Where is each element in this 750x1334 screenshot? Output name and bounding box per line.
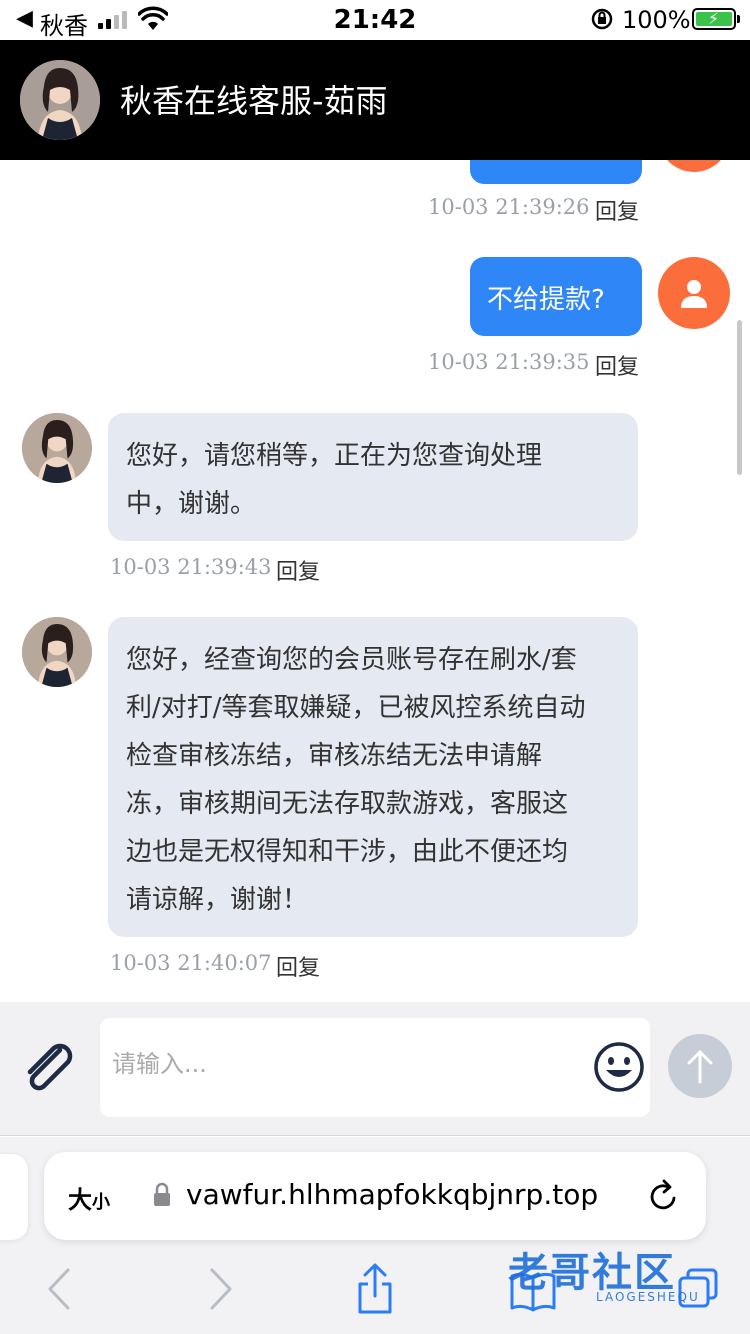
tabs-icon[interactable] (676, 1266, 722, 1312)
battery-icon: ⚡ (692, 8, 736, 30)
battery-cap (737, 15, 740, 23)
agent-avatar (22, 413, 92, 483)
user-message-text: 不给提款? (487, 285, 605, 315)
user-avatar (658, 160, 730, 172)
agent-message-bubble: 您好，经查询您的会员账号存在刷水/套 利/对打/等套取嫌疑，已被风控系统自动 检… (108, 617, 638, 937)
agent-message-bubble: 您好，请您稍等，正在为您查询处理 中，谢谢。 (108, 413, 638, 541)
share-icon[interactable] (354, 1262, 396, 1316)
message-timestamp: 10-03 21:40:07 (110, 951, 272, 975)
chat-messages[interactable]: 10-03 21:39:26 回复 不给提款? 10-03 21:39:35 回… (0, 160, 750, 1002)
paperclip-icon[interactable] (22, 1042, 78, 1092)
agent-avatar (22, 617, 92, 687)
reply-button[interactable]: 回复 (595, 349, 639, 381)
message-line: 中，谢谢。 (126, 489, 257, 519)
input-box (100, 1018, 650, 1117)
message-timestamp: 10-03 21:39:43 (110, 555, 272, 579)
message-line: 边也是无权得知和干涉，由此不便还均 (126, 837, 569, 867)
emoji-icon[interactable] (592, 1040, 646, 1094)
message-line: 您好，请您稍等，正在为您查询处理 (126, 441, 543, 471)
message-timestamp: 10-03 21:39:26 (428, 195, 590, 219)
watermark-subtitle: LAOGESHEQU (596, 1290, 700, 1304)
status-bar: ◀ 秋香 21:42 100% ⚡ (0, 0, 750, 40)
lock-icon (154, 1182, 170, 1206)
message-input[interactable] (112, 1044, 582, 1084)
user-icon (681, 280, 707, 308)
chat-title: 秋香在线客服-茹雨 (120, 82, 388, 120)
message-line: 冻，审核期间无法存取款游戏，客服这 (126, 789, 569, 819)
message-line: 利/对打/等套取嫌疑，已被风控系统自动 (126, 693, 586, 723)
reply-button[interactable]: 回复 (276, 554, 320, 586)
user-message-bubble: 不给提款? (470, 257, 642, 336)
agent-avatar[interactable] (20, 60, 100, 140)
message-input-bar (0, 1002, 750, 1136)
message-line: 检查审核冻结，审核冻结无法申请解 (126, 741, 543, 771)
back-nav-icon[interactable] (44, 1266, 74, 1312)
chat-scrollbar[interactable] (737, 320, 742, 475)
reply-button[interactable]: 回复 (276, 950, 320, 982)
reply-button[interactable]: 回复 (595, 194, 639, 226)
battery-percent: 100% (622, 6, 691, 34)
text-size-small: 小 (92, 1192, 110, 1213)
url-text[interactable]: vawfur.hlhmapfokkqbjnrp.top (186, 1178, 648, 1211)
message-line: 您好，经查询您的会员账号存在刷水/套 (126, 645, 577, 675)
text-size-button[interactable]: 大小 (68, 1180, 110, 1215)
address-bar[interactable]: 大小 vawfur.hlhmapfokkqbjnrp.top (44, 1152, 706, 1240)
chat-header: 秋香在线客服-茹雨 (0, 40, 750, 160)
user-message-bubble (470, 160, 642, 184)
previous-tab-card[interactable] (0, 1154, 28, 1240)
user-avatar (658, 257, 730, 329)
text-size-big: 大 (68, 1186, 92, 1214)
message-line: 请谅解，谢谢！ (126, 885, 309, 915)
message-timestamp: 10-03 21:39:35 (428, 350, 590, 374)
rotation-lock-icon (591, 8, 613, 30)
arrow-up-icon (687, 1050, 713, 1084)
reload-icon[interactable] (646, 1178, 680, 1214)
url-value: vawfur.hlhmapfokkqbjnrp.top (186, 1178, 599, 1211)
send-button[interactable] (668, 1034, 732, 1098)
forward-nav-icon[interactable] (206, 1266, 236, 1312)
